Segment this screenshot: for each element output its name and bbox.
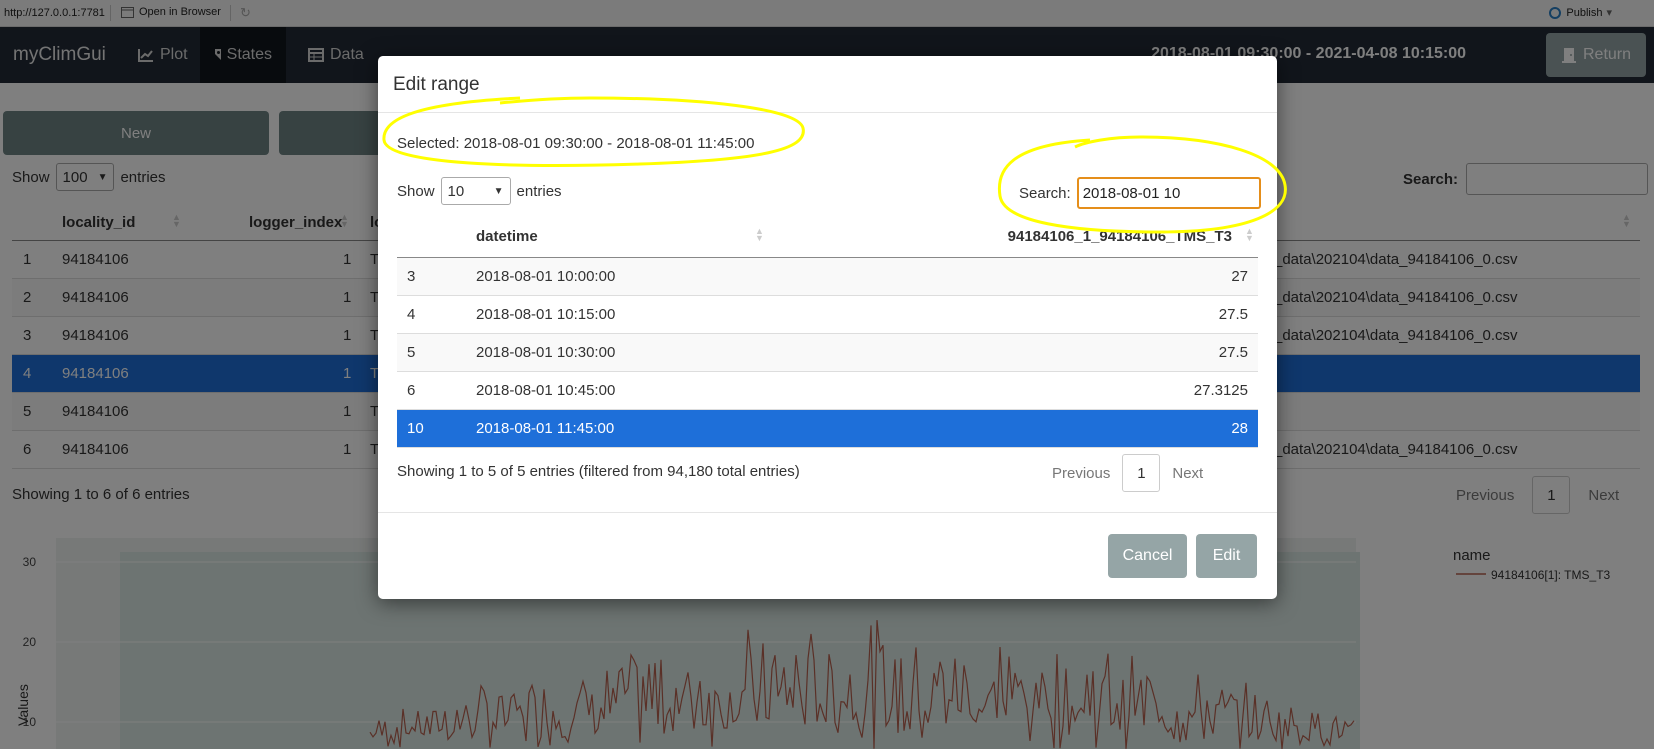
datetime-cell: 2018-08-01 11:45:00	[476, 420, 615, 437]
sort-icon: ▲▼	[755, 226, 764, 243]
value-cell: 27.5	[1218, 306, 1248, 323]
edit-range-modal: Edit range Selected: 2018-08-01 09:30:00…	[378, 56, 1277, 599]
modal-title: Edit range	[393, 74, 480, 95]
modal-search-input[interactable]	[1076, 177, 1261, 209]
modal-search: Search:	[1019, 177, 1261, 209]
next-button[interactable]: Next	[1172, 465, 1203, 482]
modal-pagination: Previous 1 Next	[1052, 454, 1203, 492]
show-label: Show	[397, 182, 435, 200]
value-cell: 28	[1231, 420, 1248, 437]
modal-table-info: Showing 1 to 5 of 5 entries (filtered fr…	[397, 463, 800, 480]
cancel-button[interactable]: Cancel	[1108, 534, 1187, 578]
datetime-cell: 2018-08-01 10:45:00	[476, 382, 616, 399]
divider	[378, 112, 1277, 113]
chevron-down-icon: ▼	[493, 185, 504, 197]
modal-page-length-select[interactable]: 10 ▼	[440, 177, 511, 205]
datetime-cell: 2018-08-01 10:30:00	[476, 344, 616, 361]
page-1-button[interactable]: 1	[1122, 454, 1161, 492]
table-row[interactable]: 5 2018-08-01 10:30:00 27.5	[397, 334, 1258, 372]
value-cell: 27	[1231, 268, 1248, 285]
col-datetime[interactable]: datetime	[476, 228, 538, 245]
sort-icon: ▲▼	[1245, 226, 1254, 243]
page-length-value: 10	[447, 182, 465, 200]
row-index: 5	[407, 344, 416, 361]
value-cell: 27.5	[1218, 344, 1248, 361]
cancel-label: Cancel	[1122, 547, 1173, 564]
table-row[interactable]: 4 2018-08-01 10:15:00 27.5	[397, 296, 1258, 334]
row-index: 4	[407, 306, 416, 323]
row-index: 10	[407, 420, 424, 437]
table-row[interactable]: 6 2018-08-01 10:45:00 27.3125	[397, 372, 1258, 410]
entries-label: entries	[516, 182, 562, 200]
modal-length-control: Show 10 ▼ entries	[397, 177, 562, 205]
row-index: 6	[407, 382, 416, 399]
table-row-selected[interactable]: 10 2018-08-01 11:45:00 28	[397, 410, 1258, 448]
col-value[interactable]: 94184106_1_94184106_TMS_T3	[1008, 228, 1232, 245]
edit-label: Edit	[1212, 547, 1241, 564]
datetime-cell: 2018-08-01 10:00:00	[476, 268, 616, 285]
modal-table-header: datetime ▲ ▼ 94184106_1_94184106_TMS_T3 ▲…	[397, 216, 1258, 258]
edit-button[interactable]: Edit	[1196, 534, 1257, 578]
previous-button[interactable]: Previous	[1052, 465, 1110, 482]
value-cell: 27.3125	[1193, 382, 1248, 399]
selected-range-text: Selected: 2018-08-01 09:30:00 - 2018-08-…	[397, 135, 755, 152]
datetime-cell: 2018-08-01 10:15:00	[476, 306, 616, 323]
divider	[378, 512, 1277, 513]
table-row[interactable]: 3 2018-08-01 10:00:00 27	[397, 258, 1258, 296]
row-index: 3	[407, 268, 416, 285]
modal-search-label: Search:	[1019, 184, 1071, 202]
